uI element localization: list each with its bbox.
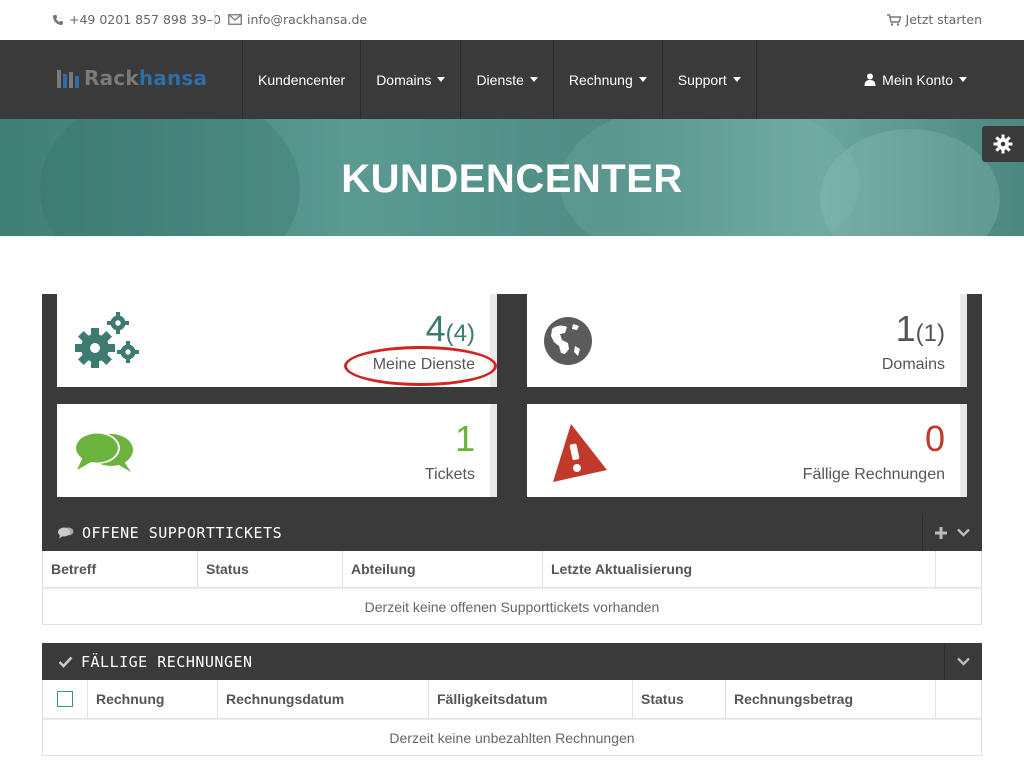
envelope-icon [228,14,242,25]
invoices-table-header: Rechnung Rechnungsdatum Fälligkeitsdatum… [43,680,981,719]
comments-icon [73,430,135,480]
tickets-label: Tickets [424,466,475,483]
cart-icon [886,13,901,26]
nav-label: Support [677,71,727,88]
topbar-divider [214,9,215,29]
column-header-empty [936,551,981,587]
page-title: KUNDENCENTER [341,157,683,201]
highlight-circle-annotation [344,346,497,386]
tile-edge [960,404,967,497]
invoices-panel-header: FÄLLIGE RECHNUNGEN [42,643,982,680]
services-count-total: (4) [445,320,475,347]
warning-icon [549,422,609,488]
invoices-panel-title: FÄLLIGE RECHNUNGEN [81,652,253,671]
invoices-count: 0 [924,418,945,459]
brand-logo[interactable]: Rackhansa [57,66,207,90]
caret-down-icon [437,77,446,82]
tickets-panel-header: OFFENE SUPPORTTICKETS [42,514,982,551]
user-icon [864,73,876,86]
phone-contact[interactable]: +49 0201 857 898 39–0 [52,12,221,27]
cart-label: Jetzt starten [905,12,982,27]
caret-down-icon [959,77,967,82]
tickets-table: Betreff Status Abteilung Letzte Aktualis… [42,551,982,625]
phone-icon [53,14,63,25]
nav-item-domains[interactable]: Domains [360,40,460,119]
domains-count-value: 1 [895,308,916,349]
domains-label: Domains [881,356,945,373]
column-header-department[interactable]: Abteilung [343,551,543,587]
nav-item-kundencenter[interactable]: Kundencenter [242,40,360,119]
tickets-panel-title: OFFENE SUPPORTTICKETS [82,523,283,542]
plus-icon[interactable] [935,526,947,539]
column-header-last-updated[interactable]: Letzte Aktualisierung [543,551,936,587]
domains-count-total: (1) [915,320,945,347]
column-header-subject[interactable]: Betreff [43,551,198,587]
top-bar: +49 0201 857 898 39–0 info@rackhansa.de … [0,0,1024,40]
comments-icon [58,526,74,539]
gear-icon [993,134,1013,154]
caret-down-icon [732,77,741,82]
tickets-table-header: Betreff Status Abteilung Letzte Aktualis… [43,551,981,588]
select-all-checkbox[interactable] [57,691,73,707]
column-header-invoice[interactable]: Rechnung [88,680,218,718]
caret-down-icon [529,77,538,82]
nav-item-rechnung[interactable]: Rechnung [552,40,662,119]
column-header-status[interactable]: Status [633,680,726,718]
tile-edge [960,294,967,387]
account-menu[interactable]: Mein Konto [864,40,967,119]
nav-label: Dienste [476,71,524,88]
column-header-amount[interactable]: Rechnungsbetrag [726,680,936,718]
nav-label: Kundencenter [258,71,346,88]
tile-domains[interactable]: 1(1) Domains [527,294,967,387]
nav-item-support[interactable]: Support [661,40,757,119]
domains-count: 1(1) [896,308,945,350]
cart-link[interactable]: Jetzt starten [886,12,982,27]
tile-invoices[interactable]: 0 Fällige Rechnungen [527,404,967,497]
column-header-status[interactable]: Status [198,551,343,587]
invoices-empty-message: Derzeit keine unbezahlten Rechnungen [43,719,981,755]
column-header-select [43,680,88,718]
logo-bars-icon [57,70,79,88]
hero-banner: KUNDENCENTER [0,119,1024,236]
panel-tools [944,643,982,680]
gears-icon [73,310,143,376]
checkmark-icon [58,656,73,668]
account-label: Mein Konto [882,71,953,88]
invoices-table: Rechnung Rechnungsdatum Fälligkeitsdatum… [42,680,982,756]
nav-menu: Kundencenter Domains Dienste Rechnung Su… [242,40,757,119]
tile-edge [490,404,497,497]
caret-down-icon [638,77,647,82]
nav-label: Domains [376,71,432,88]
globe-icon [543,316,593,370]
logo-text-hansa: hansa [138,66,208,90]
services-count-value: 4 [425,308,446,349]
tickets-count: 1 [454,418,475,459]
column-header-due-date[interactable]: Fälligkeitsdatum [429,680,633,718]
chevron-down-icon[interactable] [957,657,970,666]
column-header-invoice-date[interactable]: Rechnungsdatum [218,680,429,718]
services-count: 4(4) [426,308,475,350]
main-navbar: Rackhansa Kundencenter Domains Dienste R… [0,40,1024,119]
nav-item-dienste[interactable]: Dienste [460,40,552,119]
tile-tickets[interactable]: 1 Tickets [57,404,497,497]
email-address: info@rackhansa.de [247,12,368,27]
invoices-label: Fällige Rechnungen [802,466,945,483]
chevron-down-icon[interactable] [957,528,970,537]
nav-label: Rechnung [568,71,633,88]
column-header-empty [936,680,981,718]
logo-text-rack: Rack [84,66,139,90]
phone-number: +49 0201 857 898 39–0 [69,12,221,27]
settings-button[interactable] [982,126,1024,162]
email-contact[interactable]: info@rackhansa.de [228,12,367,27]
panel-tools [922,514,982,551]
tickets-empty-message: Derzeit keine offenen Supporttickets vor… [43,588,981,624]
